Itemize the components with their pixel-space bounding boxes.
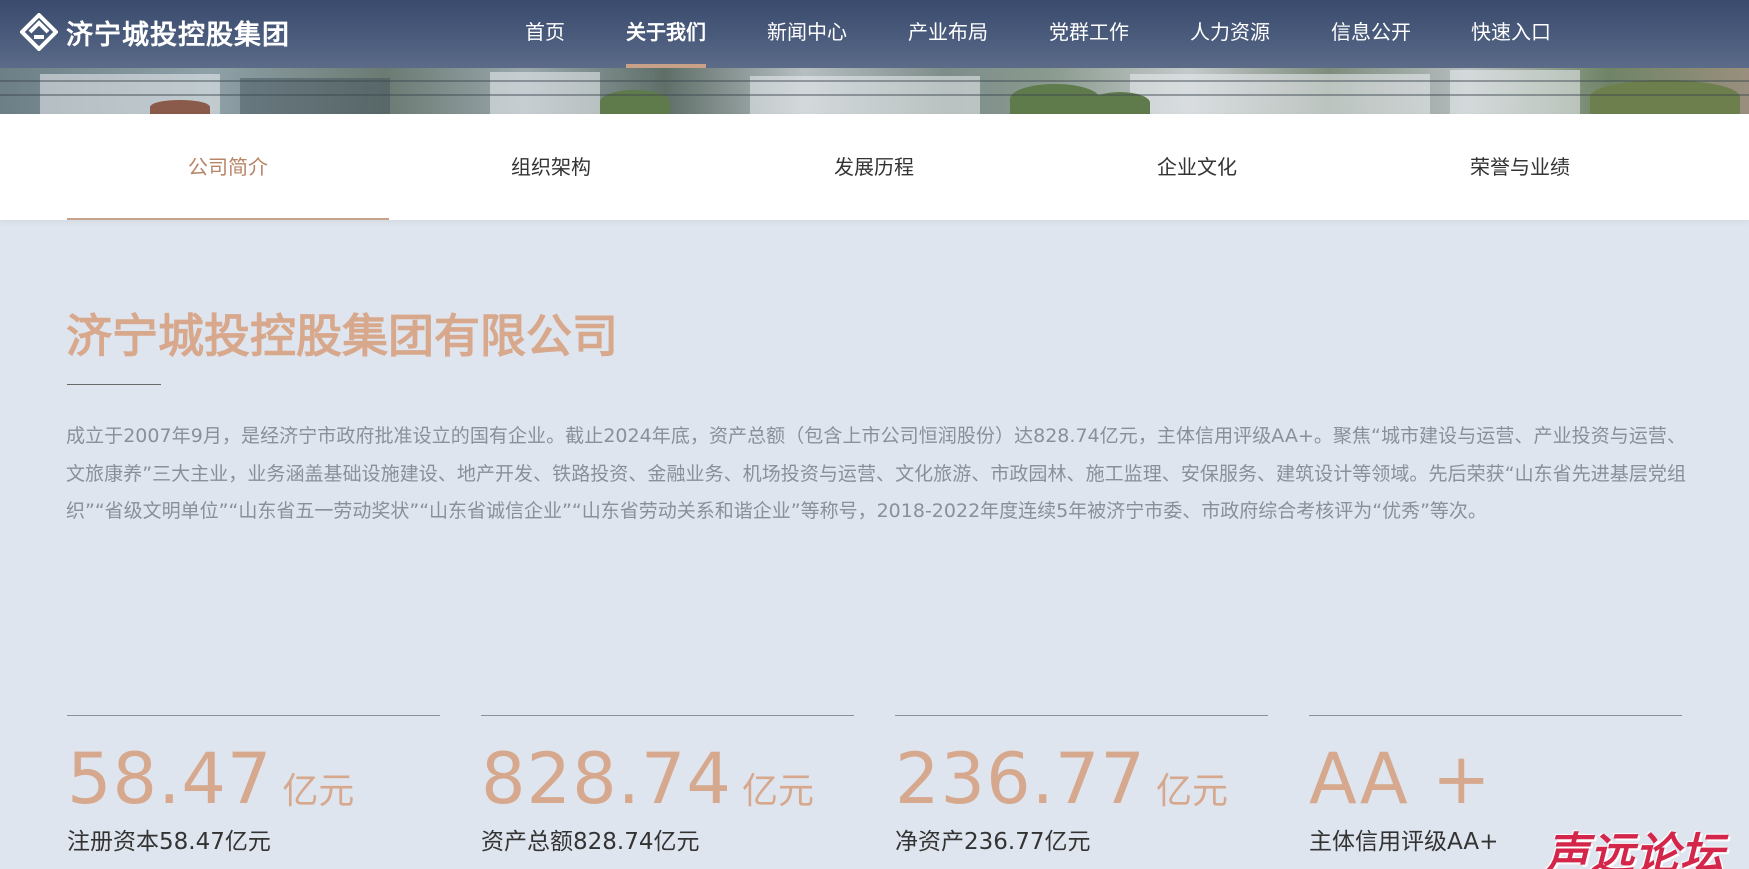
- tab-company-profile[interactable]: 公司简介: [67, 114, 389, 220]
- nav-news[interactable]: 新闻中心: [767, 0, 847, 68]
- stat-value: 58.47: [67, 738, 273, 820]
- title-divider: [67, 384, 161, 385]
- stat-value: 828.74: [481, 738, 732, 820]
- stat-unit: 亿元: [282, 771, 355, 812]
- tab-honors[interactable]: 荣誉与业绩: [1359, 114, 1681, 220]
- logo-icon: [20, 13, 58, 51]
- banner-image: [0, 68, 1749, 114]
- page-title: 济宁城投控股集团有限公司: [66, 309, 618, 363]
- nav-home[interactable]: 首页: [525, 0, 565, 68]
- stat-label: 净资产236.77亿元: [895, 829, 1091, 855]
- tab-history[interactable]: 发展历程: [713, 114, 1035, 220]
- stat-label: 资产总额828.74亿元: [481, 829, 700, 855]
- stat-net-assets: 236.77 亿元 净资产236.77亿元: [895, 715, 1268, 869]
- top-header: 济宁城投控股集团 首页 关于我们 新闻中心 产业布局 党群工作 人力资源 信息公…: [0, 0, 1749, 68]
- logo-text: 济宁城投控股集团: [66, 19, 290, 51]
- stat-registered-capital: 58.47 亿元 注册资本58.47亿元: [67, 715, 440, 869]
- stat-unit: 亿元: [1155, 771, 1228, 812]
- tab-culture[interactable]: 企业文化: [1036, 114, 1358, 220]
- tab-organization[interactable]: 组织架构: [390, 114, 712, 220]
- stat-label: 主体信用评级AA+: [1309, 829, 1499, 855]
- nav-quick-entry[interactable]: 快速入口: [1471, 0, 1551, 68]
- sub-nav: 公司简介 组织架构 发展历程 企业文化 荣誉与业绩: [0, 114, 1749, 220]
- company-intro: 成立于2007年9月，是经济宁市政府批准设立的国有企业。截止2024年底，资产总…: [66, 425, 1686, 522]
- nav-industry[interactable]: 产业布局: [908, 0, 988, 68]
- stat-value: AA +: [1309, 738, 1492, 820]
- logo[interactable]: 济宁城投控股集团: [20, 12, 290, 52]
- stat-label: 注册资本58.47亿元: [67, 829, 271, 855]
- nav-party[interactable]: 党群工作: [1049, 0, 1129, 68]
- stat-unit: 亿元: [741, 771, 814, 812]
- nav-hr[interactable]: 人力资源: [1190, 0, 1270, 68]
- stat-value: 236.77: [895, 738, 1146, 820]
- nav-about[interactable]: 关于我们: [626, 0, 706, 68]
- nav-disclosure[interactable]: 信息公开: [1331, 0, 1411, 68]
- stat-total-assets: 828.74 亿元 资产总额828.74亿元: [481, 715, 854, 869]
- watermark-logo: 声远论坛: [1545, 829, 1725, 869]
